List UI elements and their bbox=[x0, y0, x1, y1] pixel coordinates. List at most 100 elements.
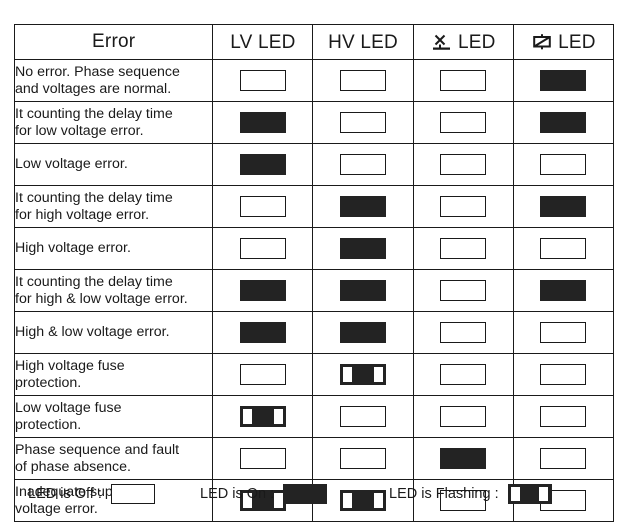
error-description-line: High voltage fuse bbox=[15, 357, 125, 374]
column-header-hv-led-label: HV LED bbox=[328, 31, 398, 53]
legend-flashing-swatch bbox=[507, 484, 552, 504]
led-cell-phase bbox=[412, 311, 514, 354]
led-cell-fuse bbox=[512, 437, 615, 480]
led-indicator-on bbox=[340, 280, 387, 301]
error-description-cell: It counting the delay time for high & low… bbox=[13, 269, 214, 312]
led-cell-lv bbox=[212, 185, 314, 228]
led-indicator-on bbox=[239, 280, 286, 301]
led-cell-fuse bbox=[512, 101, 615, 144]
led-indicator-off bbox=[540, 406, 587, 427]
column-header-phase-led: LED bbox=[412, 24, 514, 60]
led-cell-lv bbox=[212, 269, 314, 312]
led-cell-hv bbox=[312, 311, 414, 354]
led-cell-phase bbox=[412, 437, 514, 480]
led-indicator-off bbox=[440, 322, 487, 343]
led-cell-hv bbox=[312, 353, 414, 396]
error-description-cell: Phase sequence and fault of phase absence… bbox=[13, 437, 214, 480]
led-cell-fuse bbox=[512, 395, 615, 438]
led-indicator-off bbox=[440, 238, 487, 259]
led-cell-fuse bbox=[512, 269, 615, 312]
column-header-lv-led: LV LED bbox=[212, 24, 314, 60]
phase-sequence-icon bbox=[431, 32, 453, 52]
legend: LED is Off : LED is On : LED is Flashing… bbox=[14, 482, 614, 512]
led-indicator-off bbox=[440, 364, 487, 385]
table-body: No error. Phase sequence and voltages are… bbox=[13, 59, 615, 522]
fuse-icon bbox=[531, 32, 553, 52]
led-indicator-on bbox=[540, 112, 587, 133]
header-row: Error LV LED HV LED LED LED bbox=[13, 24, 615, 60]
led-cell-fuse bbox=[512, 227, 615, 270]
column-header-hv-led: HV LED bbox=[312, 24, 414, 60]
led-cell-fuse bbox=[512, 311, 615, 354]
led-cell-phase bbox=[412, 143, 514, 186]
led-indicator-off bbox=[440, 280, 487, 301]
led-status-table: Error LV LED HV LED LED LED No error. Ph… bbox=[13, 24, 615, 522]
led-indicator-off bbox=[440, 406, 487, 427]
legend-off-swatch bbox=[110, 484, 155, 504]
table-header: Error LV LED HV LED LED LED bbox=[13, 24, 615, 60]
led-indicator-on bbox=[340, 238, 387, 259]
led-cell-hv bbox=[312, 269, 414, 312]
table-row: It counting the delay time for high & low… bbox=[13, 269, 615, 312]
led-cell-lv bbox=[212, 59, 314, 102]
error-description-line: It counting the delay time bbox=[15, 273, 173, 290]
error-description-line: protection. bbox=[15, 416, 82, 433]
table-row: Low voltage fuse protection. bbox=[13, 395, 615, 438]
legend-on-swatch bbox=[283, 484, 328, 504]
error-description-cell: High voltage fuse protection. bbox=[13, 353, 214, 396]
error-description-line: High voltage error. bbox=[15, 240, 131, 257]
led-cell-phase bbox=[412, 101, 514, 144]
legend-item-off: LED is Off : bbox=[28, 484, 155, 504]
led-indicator-off bbox=[440, 112, 487, 133]
column-header-fuse-led: LED bbox=[512, 24, 615, 60]
error-description-cell: High voltage error. bbox=[13, 227, 214, 270]
error-description-cell: Low voltage fuse protection. bbox=[13, 395, 214, 438]
led-cell-lv bbox=[212, 101, 314, 144]
led-cell-lv bbox=[212, 311, 314, 354]
led-cell-lv bbox=[212, 227, 314, 270]
error-description-line: of phase absence. bbox=[15, 458, 131, 475]
error-description-cell: High & low voltage error. bbox=[13, 311, 214, 354]
led-indicator-on bbox=[239, 154, 286, 175]
led-indicator-on bbox=[540, 196, 587, 217]
led-indicator-off bbox=[239, 238, 286, 259]
led-indicator-off bbox=[340, 154, 387, 175]
led-indicator-off bbox=[540, 364, 587, 385]
led-cell-fuse bbox=[512, 59, 615, 102]
error-description-line: Phase sequence and fault bbox=[15, 441, 180, 458]
led-indicator-off bbox=[440, 196, 487, 217]
led-cell-hv bbox=[312, 59, 414, 102]
led-indicator-on bbox=[340, 322, 387, 343]
led-cell-phase bbox=[412, 353, 514, 396]
error-description-line: and voltages are normal. bbox=[15, 80, 172, 97]
led-cell-hv bbox=[312, 227, 414, 270]
led-cell-phase bbox=[412, 59, 514, 102]
led-indicator-flashing bbox=[239, 406, 286, 427]
led-indicator-off bbox=[340, 70, 387, 91]
table-row: It counting the delay time for low voltag… bbox=[13, 101, 615, 144]
column-header-error-label: Error bbox=[92, 31, 136, 52]
led-indicator-off bbox=[440, 70, 487, 91]
led-indicator-off bbox=[540, 448, 587, 469]
error-description-line: It counting the delay time bbox=[15, 105, 173, 122]
led-indicator-on bbox=[440, 448, 487, 469]
column-header-error: Error bbox=[13, 24, 214, 60]
table-row: It counting the delay time for high volta… bbox=[13, 185, 615, 228]
led-cell-hv bbox=[312, 101, 414, 144]
led-indicator-off bbox=[440, 154, 487, 175]
led-indicator-off bbox=[340, 448, 387, 469]
led-cell-lv bbox=[212, 353, 314, 396]
legend-item-on: LED is On : bbox=[200, 484, 328, 504]
led-indicator-on bbox=[239, 322, 286, 343]
led-cell-lv bbox=[212, 143, 314, 186]
error-description-line: for low voltage error. bbox=[15, 122, 144, 139]
led-indicator-off bbox=[239, 364, 286, 385]
error-description-line: for high & low voltage error. bbox=[15, 290, 188, 307]
led-cell-hv bbox=[312, 143, 414, 186]
error-description-line: for high voltage error. bbox=[15, 206, 150, 223]
error-description-cell: Low voltage error. bbox=[13, 143, 214, 186]
error-description-line: Low voltage error. bbox=[15, 156, 128, 173]
column-header-phase-led-label: LED bbox=[457, 31, 496, 53]
led-indicator-on bbox=[540, 70, 587, 91]
error-description-line: Low voltage fuse bbox=[15, 399, 122, 416]
